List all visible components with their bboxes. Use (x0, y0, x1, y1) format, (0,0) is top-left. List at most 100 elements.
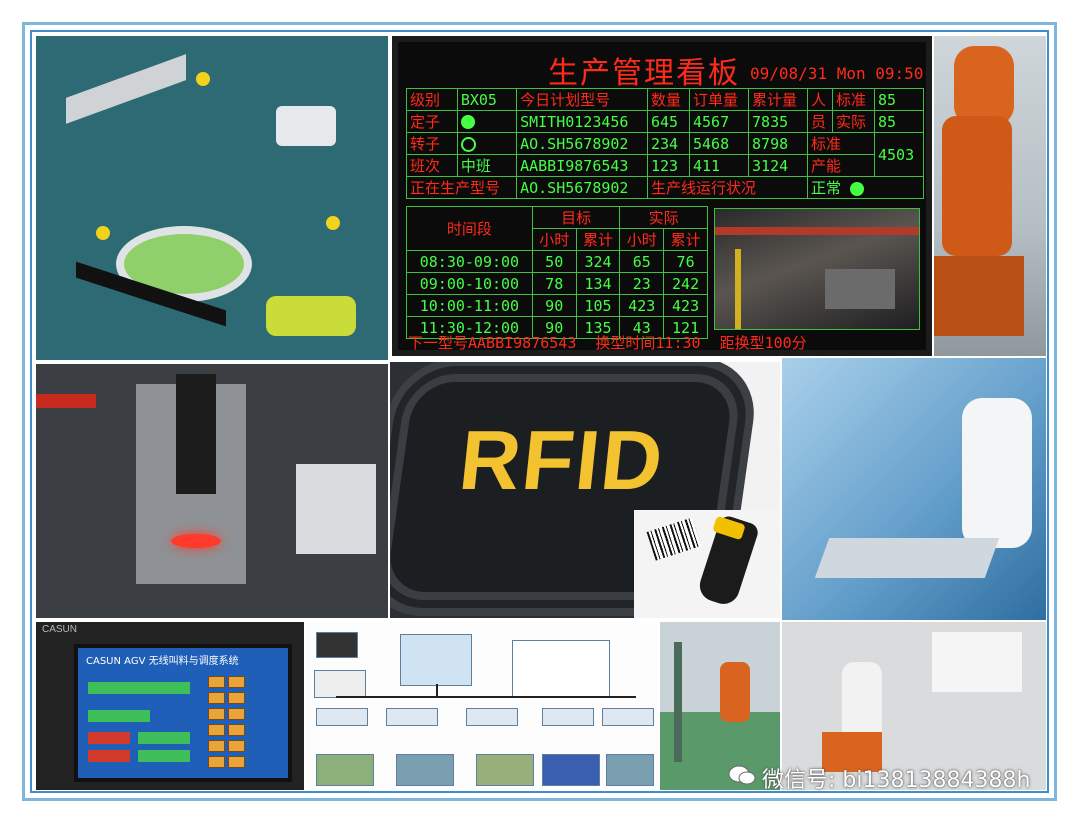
table-cell: 人 (807, 88, 833, 111)
table-cell: 85 (874, 88, 924, 111)
table-cell: 今日计划型号 (516, 88, 648, 111)
wechat-icon (728, 765, 756, 785)
conveyor-shape (814, 538, 1000, 578)
station-button[interactable] (208, 740, 225, 752)
table-cell: 订单量 (688, 88, 750, 111)
table-row: 08:30-09:00 50 324 65 76 (406, 250, 708, 273)
station-button[interactable] (208, 724, 225, 736)
hmi-alert-bar (88, 732, 130, 744)
station-button[interactable] (228, 692, 245, 704)
wall-sign-shape (932, 632, 1022, 692)
table-row: 正在生产型号 AO.SH5678902 生产线运行状况 正常 (405, 176, 924, 199)
agv-hmi-photo: CASUN CASUN AGV 无线叫料与调度系统 (36, 622, 304, 790)
station-button[interactable] (208, 676, 225, 688)
station-button[interactable] (208, 756, 225, 768)
barcode-icon (646, 517, 702, 561)
table-cell: 累计 (663, 228, 708, 251)
hmi-status-bar (88, 710, 150, 722)
machine-vision-photo (36, 364, 388, 618)
watermark-text: 微信号: bi13813884388h (762, 768, 1031, 793)
table-cell: 08:30-09:00 (406, 250, 533, 273)
table-cell: 数量 (647, 88, 690, 111)
machine-box (316, 754, 374, 786)
table-cell: SMITH0123456 (516, 110, 648, 133)
camera-icon (176, 374, 216, 494)
node-box (542, 708, 594, 726)
board-summary-table: 级别 BX05 今日计划型号 数量 订单量 累计量 人 标准 85 定子 SMI… (405, 88, 924, 199)
status-dot-icon (850, 181, 865, 196)
rfid-label: RFID (455, 413, 669, 507)
table-cell: 定子 (406, 110, 458, 133)
table-cell: 班次 (406, 154, 458, 177)
station-button[interactable] (228, 756, 245, 768)
period-table: 时间段 目标 实际 小时 累计 小时 累计 08:30-09:00 50 324… (406, 206, 708, 339)
production-led-board: 生产管理看板 09/08/31 Mon 09:50 级别 BX05 今日计划型号… (392, 36, 932, 356)
table-cell: 3124 (748, 154, 809, 177)
robot-arm-shape (954, 46, 1014, 126)
cabinet-shape (296, 464, 376, 554)
table-cell: 4567 (688, 110, 750, 133)
table-row: 09:00-10:00 78 134 23 242 (406, 272, 708, 295)
white-robot-shape (962, 398, 1032, 548)
table-cell: 转子 (406, 132, 458, 155)
table-cell: 423 (619, 294, 665, 317)
hmi-status-bar (88, 682, 190, 694)
table-row: 10:00-11:00 90 105 423 423 (406, 294, 708, 317)
barcode-scanner-photo (634, 510, 780, 618)
table-cell: BX05 (456, 88, 518, 111)
table-row: 时间段 目标 实际 (406, 206, 708, 251)
light-ring-shape (171, 534, 221, 548)
table-cell: 85 (874, 110, 924, 133)
table-cell: 23 (619, 272, 665, 295)
status-dot-icon (456, 110, 518, 133)
rfid-graphic: RFID (390, 362, 780, 618)
actual-header: 实际 (619, 206, 708, 229)
table-cell: 8798 (748, 132, 809, 155)
table-cell: 中班 (456, 154, 518, 177)
table-cell: AABBI9876543 (516, 154, 648, 177)
table-cell: 65 (619, 250, 665, 273)
table-cell: 累计 (575, 228, 621, 251)
table-row: 定子 SMITH0123456 645 4567 7835 员 实际 85 (406, 110, 924, 133)
table-cell: 242 (663, 272, 708, 295)
factory-camera-photo (714, 208, 920, 330)
table-cell: 10:00-11:00 (406, 294, 533, 317)
time-to-change: 距换型100分 (719, 334, 807, 352)
table-cell: 产能 (807, 154, 875, 177)
machine-shape (276, 106, 336, 146)
table-cell: 09:00-10:00 (406, 272, 533, 295)
hmi-header: CASUN AGV 无线叫料与调度系统 (86, 656, 239, 667)
table-cell: 实际 (832, 110, 875, 133)
report-box (512, 640, 610, 698)
producing-label: 正在生产型号 (405, 176, 518, 199)
monitor-box (314, 670, 366, 698)
machine-box (476, 754, 534, 786)
barrels-shape (266, 296, 356, 336)
hmi-screen: CASUN AGV 无线叫料与调度系统 (74, 644, 292, 782)
table-cell: 645 (647, 110, 690, 133)
robot-line-photo (782, 358, 1046, 620)
station-button[interactable] (208, 692, 225, 704)
node-box (316, 708, 368, 726)
hmi-alert-bar (88, 750, 130, 762)
table-cell: 员 (807, 110, 833, 133)
machine-box (542, 754, 600, 786)
hmi-status-bar (138, 750, 190, 762)
station-button[interactable] (228, 724, 245, 736)
car-body-shape (825, 269, 895, 309)
table-cell: AO.SH5678902 (516, 132, 648, 155)
dashboard-box (316, 632, 358, 658)
robot-shape (720, 662, 750, 722)
table-cell: 76 (663, 250, 708, 273)
station-button[interactable] (208, 708, 225, 720)
board-datetime: 09/08/31 Mon 09:50 (750, 64, 924, 83)
station-button[interactable] (228, 676, 245, 688)
worker-icon (96, 226, 110, 240)
beam-shape (715, 227, 919, 235)
table-cell: 标准 (807, 132, 875, 155)
period-header: 时间段 (406, 206, 533, 251)
station-button[interactable] (228, 740, 245, 752)
table-cell: 234 (647, 132, 690, 155)
board-title: 生产管理看板 (548, 56, 740, 91)
station-button[interactable] (228, 708, 245, 720)
